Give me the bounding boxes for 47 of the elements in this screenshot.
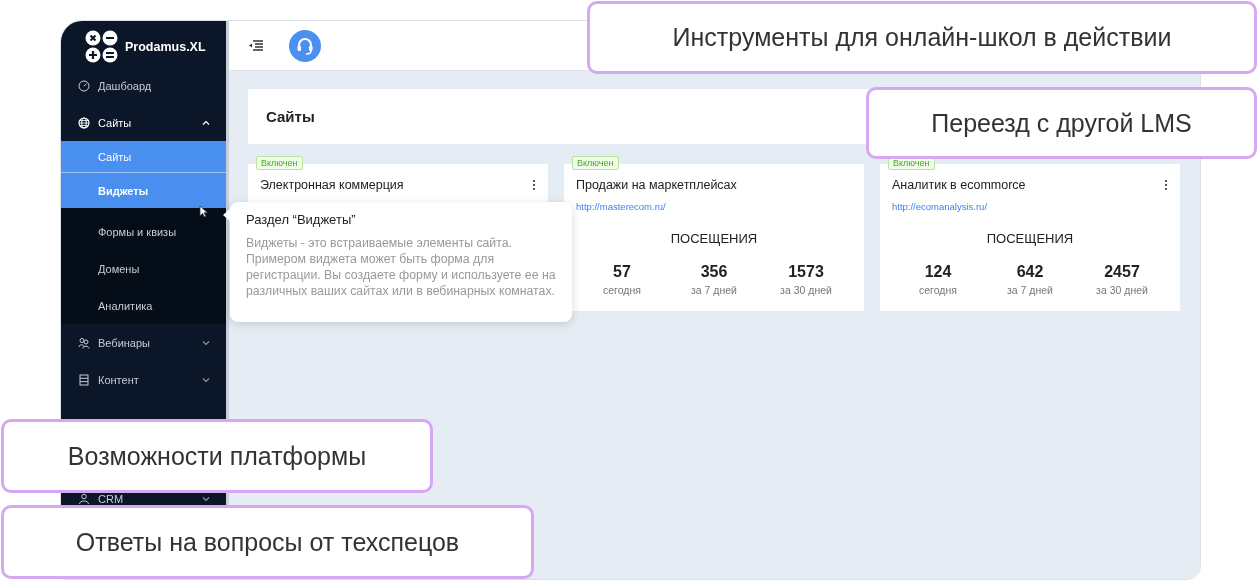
globe-icon (78, 116, 90, 129)
tooltip-text: Виджеты - это встраиваемые элементы сайта. Примером виджета может быть форма для регистрации. Вы создаете форму и используете ее на различных ваших сайтах или в вебинарных комнатах. (246, 235, 557, 299)
sidebar-item[interactable]: Контент (61, 361, 226, 398)
people-icon (78, 336, 90, 349)
kebab-menu-icon[interactable] (1164, 179, 1168, 191)
document-icon (78, 373, 90, 386)
site-link[interactable]: http://ecomanalysis.ru/ (892, 201, 988, 212)
sidebar-item[interactable]: Сайты (61, 104, 226, 141)
status-badge: Включен (572, 156, 619, 170)
cursor-icon (199, 205, 209, 218)
callout-label: Инструменты для онлайн-школ в действии (587, 1, 1257, 74)
visit-count: 124 (924, 263, 952, 281)
sidebar-subitem[interactable]: Аналитика (61, 287, 226, 324)
brand-name: Prodamus.XL (125, 40, 206, 54)
status-badge: Включен (256, 156, 303, 170)
visit-count: 1573 (788, 263, 824, 281)
sidebar-item[interactable]: CRM (61, 493, 226, 505)
period-label: сегодня (919, 284, 957, 296)
period-label: за 30 дней (780, 284, 832, 296)
kebab-menu-icon[interactable] (532, 179, 536, 191)
visit-count: 2457 (1104, 263, 1140, 281)
sidebar-subitem[interactable]: Домены (61, 250, 226, 287)
period-label: за 7 дней (691, 284, 737, 296)
sidebar-item[interactable]: Вебинары (61, 324, 226, 361)
callout-label: Возможности платформы (1, 419, 433, 493)
gauge-icon (78, 79, 90, 92)
tooltip-title: Раздел “Виджеты” (246, 212, 357, 227)
menu-icon[interactable] (249, 40, 263, 51)
logo-icon (85, 30, 119, 64)
visit-count: 642 (1016, 263, 1044, 281)
site-link[interactable]: http://masterecom.ru/ (576, 201, 666, 212)
visits-heading: ПОСЕЩЕНИЯ (669, 231, 759, 246)
site-title: Электронная коммерция (260, 178, 404, 192)
person-icon (78, 493, 90, 505)
callout-label: Переезд с другой LMS (866, 87, 1257, 159)
period-label: за 30 дней (1096, 284, 1148, 296)
visit-count: 57 (613, 263, 631, 281)
headset-icon[interactable] (289, 29, 321, 62)
callout-label: Ответы на вопросы от техспецов (1, 505, 534, 579)
site-title: Продажи на маркетплейсах (576, 178, 737, 192)
period-label: за 7 дней (1007, 284, 1053, 296)
sidebar-item[interactable]: Дашбоард (61, 67, 226, 104)
visit-count: 356 (700, 263, 728, 281)
sidebar-subitem[interactable]: Формы и квизы (61, 213, 226, 250)
visits-heading: ПОСЕЩЕНИЯ (985, 231, 1075, 246)
period-label: сегодня (603, 284, 641, 296)
site-title: Аналитик в ecommorce (892, 178, 1026, 192)
